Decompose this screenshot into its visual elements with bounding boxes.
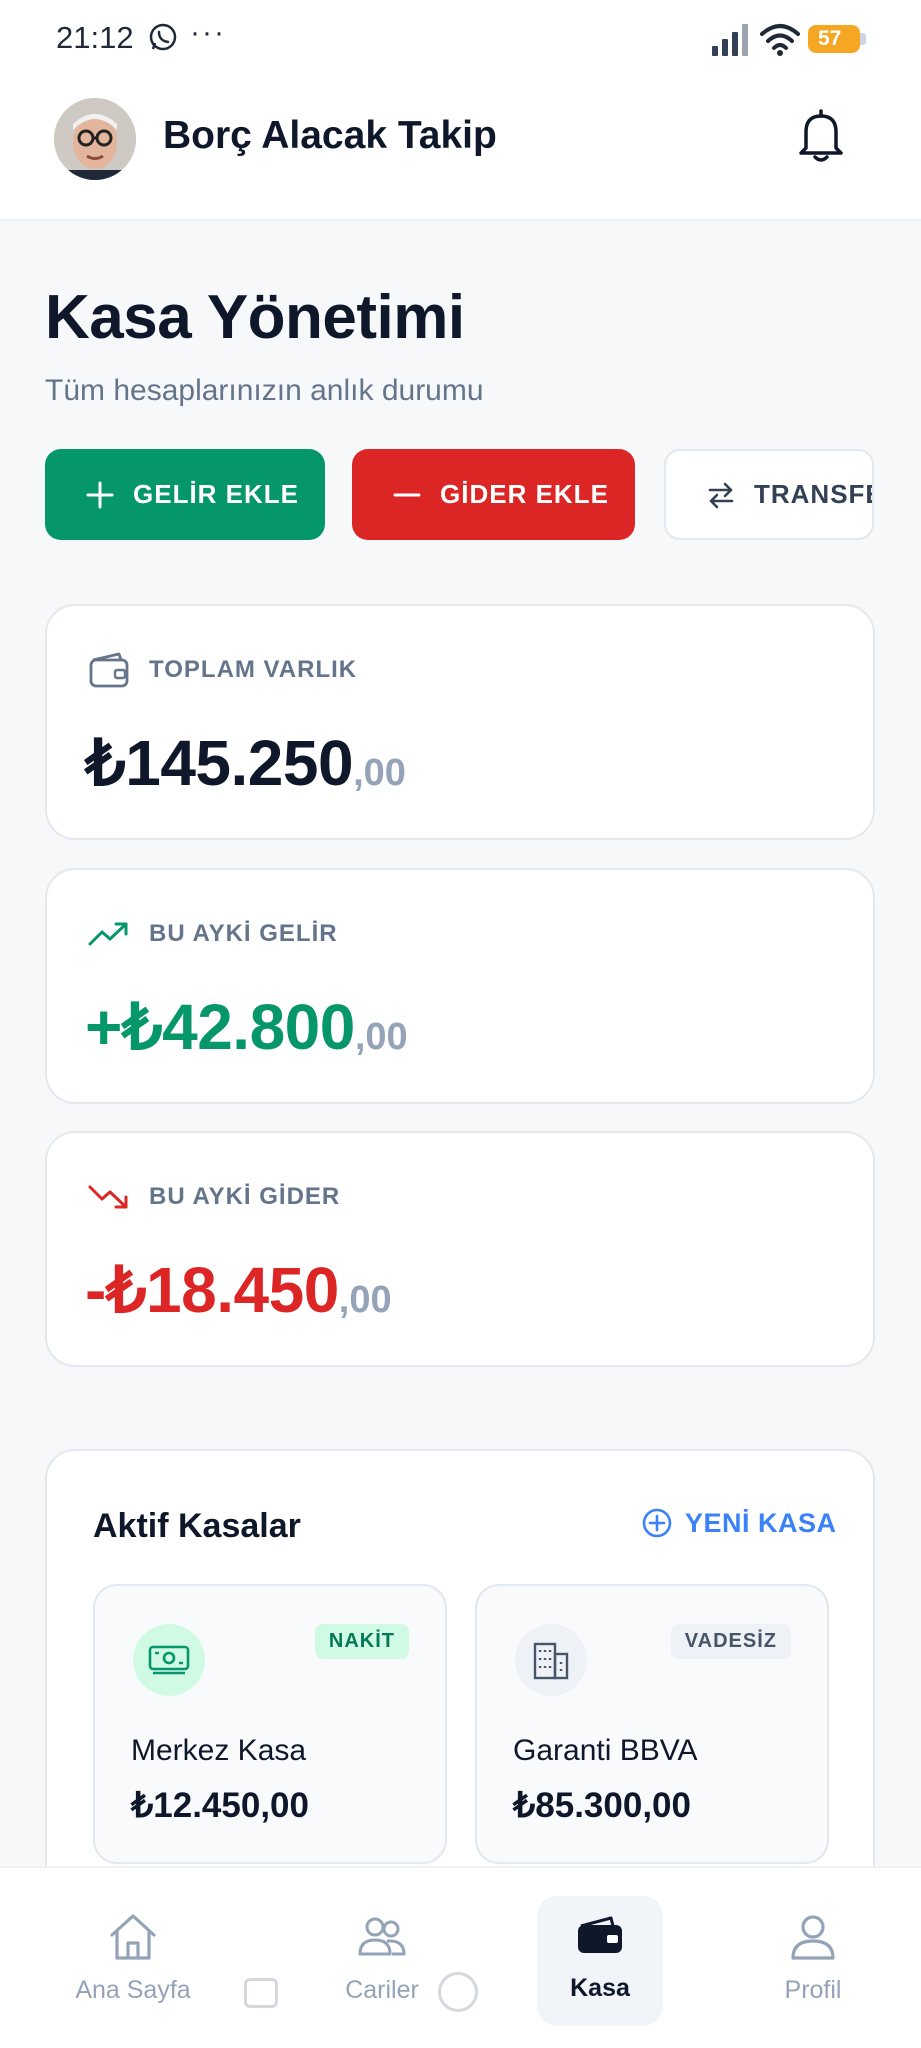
wallet-icon — [89, 652, 129, 688]
status-bar: 21:12 ··· 57 — [0, 0, 921, 78]
wallet-icon — [578, 1916, 622, 1953]
active-accounts-title: Aktif Kasalar — [93, 1507, 301, 1545]
account-card-merkez-kasa[interactable]: NAKİT Merkez Kasa ₺12.450,00 — [93, 1584, 447, 1864]
whatsapp-icon — [149, 23, 177, 51]
nav-label-home: Ana Sayfa — [75, 1976, 191, 2004]
account-name: Garanti BBVA — [513, 1734, 698, 1767]
monthly-expense-value: -₺18.450 — [85, 1254, 339, 1326]
monthly-income-amount: +₺42.800,00 — [85, 990, 408, 1065]
plus-icon — [86, 481, 114, 508]
add-income-button[interactable]: GELİR EKLE — [45, 449, 325, 540]
bottom-navigation: Ana Sayfa Cariler Kasa Profil — [0, 1866, 921, 2048]
monthly-income-card: BU AYKİ GELİR +₺42.800,00 — [45, 868, 875, 1104]
total-assets-label: TOPLAM VARLIK — [149, 656, 358, 683]
page-subtitle: Tüm hesaplarınızın anlık durumu — [45, 374, 484, 407]
monthly-income-value: +₺42.800 — [85, 991, 355, 1063]
account-balance: ₺12.450,00 — [131, 1786, 309, 1825]
app-title: Borç Alacak Takip — [163, 114, 497, 157]
system-recents-button[interactable] — [244, 1978, 278, 2008]
nav-item-home[interactable]: Ana Sayfa — [58, 1898, 208, 2028]
avatar-image — [54, 98, 136, 180]
avatar[interactable] — [54, 98, 136, 180]
minus-icon — [393, 493, 421, 496]
account-balance: ₺85.300,00 — [513, 1786, 691, 1825]
notification-bell-icon[interactable] — [796, 108, 846, 164]
status-time: 21:12 — [56, 20, 134, 55]
battery-level: 57 — [818, 27, 842, 50]
page-title: Kasa Yönetimi — [45, 283, 465, 352]
nav-item-contacts[interactable]: Cariler — [307, 1898, 457, 2028]
account-type-badge: VADESİZ — [670, 1624, 791, 1659]
bank-building-icon — [533, 1642, 569, 1680]
total-assets-amount: ₺145.250,00 — [85, 726, 406, 801]
battery-indicator: 57 — [808, 25, 866, 53]
nav-item-kasa[interactable]: Kasa — [537, 1896, 663, 2026]
nav-label-kasa: Kasa — [570, 1974, 630, 2002]
app-header: Borç Alacak Takip — [0, 78, 921, 221]
monthly-income-cents: ,00 — [354, 1016, 408, 1058]
account-icon-wrap — [133, 1624, 205, 1696]
home-icon — [110, 1914, 156, 1960]
nav-label-profile: Profil — [784, 1976, 842, 2004]
account-icon-wrap — [515, 1624, 587, 1696]
status-more-dots: ··· — [190, 16, 226, 49]
monthly-income-label: BU AYKİ GELİR — [149, 920, 338, 947]
users-icon — [358, 1917, 406, 1956]
account-card-garanti-bbva[interactable]: VADESİZ Garanti BBVA ₺85.300,00 — [475, 1584, 829, 1864]
monthly-expense-label: BU AYKİ GİDER — [149, 1183, 341, 1210]
trending-down-icon — [88, 1185, 128, 1209]
add-expense-button[interactable]: GİDER EKLE — [352, 449, 635, 540]
nav-label-contacts: Cariler — [345, 1976, 419, 2004]
monthly-expense-amount: -₺18.450,00 — [85, 1253, 392, 1328]
transfer-button[interactable]: TRANSFE — [664, 449, 874, 540]
account-type-badge: NAKİT — [314, 1624, 409, 1659]
total-assets-card: TOPLAM VARLIK ₺145.250,00 — [45, 604, 875, 840]
add-income-label: GELİR EKLE — [133, 479, 300, 509]
nav-item-profile[interactable]: Profil — [738, 1898, 888, 2028]
cash-icon — [148, 1645, 190, 1675]
system-home-button[interactable] — [438, 1972, 478, 2012]
plus-circle-icon — [642, 1508, 672, 1538]
user-icon — [791, 1915, 835, 1960]
account-name: Merkez Kasa — [131, 1734, 307, 1767]
add-expense-label: GİDER EKLE — [440, 479, 609, 509]
total-assets-value: ₺145.250 — [85, 727, 354, 799]
signal-icon — [712, 24, 748, 56]
total-assets-cents: ,00 — [353, 752, 406, 794]
transfer-label: TRANSFE — [754, 479, 874, 509]
trending-up-icon — [88, 922, 128, 946]
monthly-expense-card: BU AYKİ GİDER -₺18.450,00 — [45, 1131, 875, 1367]
new-account-label: YENİ KASA — [685, 1507, 837, 1538]
wifi-icon — [760, 24, 800, 56]
new-account-button[interactable]: YENİ KASA — [641, 1507, 837, 1539]
transfer-arrows-icon — [708, 482, 734, 508]
monthly-expense-cents: ,00 — [338, 1279, 392, 1321]
